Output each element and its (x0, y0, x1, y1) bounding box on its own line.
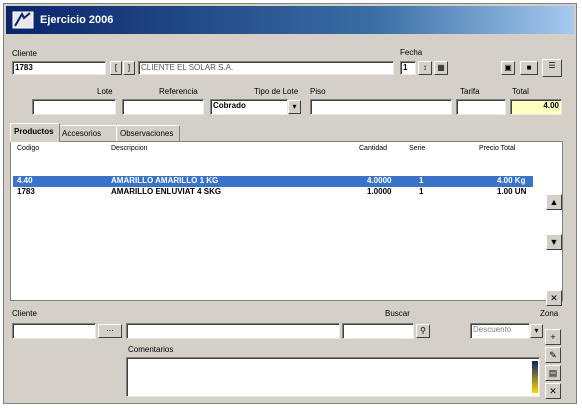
chevron-down-icon[interactable]: ▾ (288, 100, 301, 114)
row-code: 1783 (17, 187, 35, 196)
table-row[interactable]: 4.40 AMARILLO AMARILLO 1 KG 4.0000 1 4.0… (13, 176, 533, 187)
date-spin-icon[interactable]: ↕ (418, 61, 432, 75)
main-window: Ejercicio 2006 Cliente 1783 [ ] CLIENTE … (3, 3, 577, 404)
scroll-indicator[interactable] (532, 361, 538, 393)
cliente-code-input[interactable]: 1783 (12, 61, 106, 75)
lookup-icon[interactable]: ⋯ (98, 324, 122, 338)
lower-cliente-label: Cliente (12, 309, 37, 318)
row-desc: AMARILLO AMARILLO 1 KG (111, 176, 219, 185)
col-serie: Serie (409, 145, 426, 152)
descuento-select[interactable]: Descuento (470, 323, 530, 339)
row-qty: 4.0000 (367, 176, 392, 185)
referencia-label: Referencia (159, 87, 198, 96)
buscar-input[interactable] (342, 323, 414, 339)
col-descripcion: Descripcion (111, 145, 148, 152)
lower-cliente-input[interactable] (12, 323, 96, 339)
col-precio: Precio Total (479, 145, 516, 152)
comentarios-label: Comentarios (128, 345, 174, 354)
lookup-button-1[interactable]: [ (110, 61, 122, 75)
tipo-lote-label: Tipo de Lote (254, 87, 299, 96)
tipo-lote-select[interactable]: Cobrado (210, 99, 288, 115)
app-icon (12, 11, 34, 29)
chevron-down-icon[interactable]: ▾ (530, 324, 543, 338)
calendar-icon[interactable]: ▦ (434, 61, 448, 75)
piso-input[interactable] (310, 99, 452, 115)
piso-label: Piso (310, 87, 326, 96)
save-icon[interactable]: ■ (520, 61, 538, 75)
grid-header: Codigo Descripcion Cantidad Serie Precio… (11, 142, 562, 155)
row-qty: 1.0000 (367, 187, 392, 196)
fecha-label: Fecha (400, 48, 423, 57)
lote-label: Lote (97, 87, 113, 96)
products-grid: Codigo Descripcion Cantidad Serie Precio… (10, 141, 563, 306)
title-bar: Ejercicio 2006 (6, 6, 574, 34)
lookup-button-2[interactable]: ] (123, 61, 135, 75)
buscar-label: Buscar (385, 309, 410, 318)
table-row[interactable]: 1783 AMARILLO ENLUVIAT 4 SKG 1.0000 1 1.… (13, 187, 533, 198)
row-code: 4.40 (17, 176, 33, 185)
fecha-input[interactable]: 1 (400, 61, 416, 75)
tab-accesorios[interactable]: Accesorios (58, 125, 118, 142)
move-down-icon[interactable]: ▼ (546, 234, 562, 250)
cliente-label: Cliente (12, 49, 37, 58)
options-icon[interactable]: ☰ (542, 59, 562, 77)
tab-observaciones[interactable]: Observaciones (116, 125, 180, 142)
row-price: 4.00 Kg (497, 176, 526, 185)
window-title: Ejercicio 2006 (40, 14, 114, 26)
row-desc: AMARILLO ENLUVIAT 4 SKG (111, 187, 222, 196)
tarifa-input[interactable] (456, 99, 506, 115)
search-icon[interactable]: ⚲ (416, 324, 430, 338)
total-field: 4.00 (510, 99, 562, 115)
row-price: 1.00 UN (497, 187, 527, 196)
tab-productos[interactable]: Productos (10, 123, 60, 142)
referencia-input[interactable] (122, 99, 204, 115)
cliente-name-field[interactable]: CLIENTE EL SOLAR S.A. (138, 61, 394, 75)
col-cantidad: Cantidad (359, 145, 388, 152)
zona-label: Zona (540, 309, 559, 318)
tarifa-label: Tarifa (460, 87, 480, 96)
row-unit: 1 (419, 187, 424, 196)
edit-icon[interactable]: ✎ (545, 347, 561, 363)
lower-section: Cliente ⋯ Buscar ⚲ Zona Descuento ▾ Come… (10, 301, 563, 401)
lower-name-input[interactable] (126, 323, 340, 339)
comentarios-textarea[interactable] (126, 357, 540, 397)
add-icon[interactable]: + (545, 329, 561, 345)
row-unit: 1 (419, 176, 424, 185)
print-icon[interactable]: ▣ (501, 61, 515, 75)
move-up-icon[interactable]: ▲ (546, 194, 562, 210)
total-label: Total (512, 87, 529, 96)
col-codigo: Codigo (17, 145, 40, 152)
copy-icon[interactable]: ▤ (545, 365, 561, 381)
lote-input[interactable] (32, 99, 116, 115)
close-icon[interactable]: ✕ (545, 383, 561, 399)
